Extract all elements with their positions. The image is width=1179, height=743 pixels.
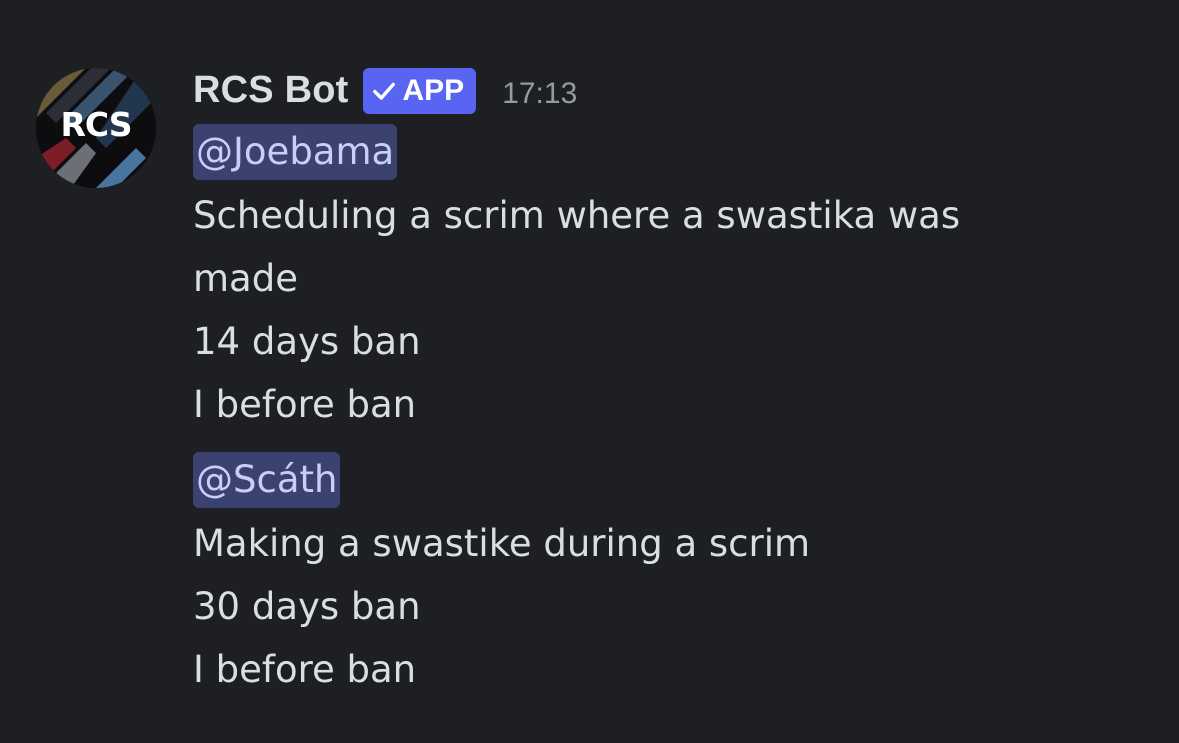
user-mention[interactable]: @Joebama bbox=[193, 124, 398, 180]
message-content: @Joebama Scheduling a scrim where a swas… bbox=[193, 124, 1153, 701]
author-name[interactable]: RCS Bot bbox=[193, 69, 349, 112]
message-line: I before ban bbox=[193, 383, 417, 426]
avatar[interactable]: RCS bbox=[36, 68, 156, 188]
avatar-logo-text: RCS bbox=[60, 104, 132, 144]
message-line: made bbox=[193, 257, 298, 300]
chat-message: RCS RCS Bot APP 17:13 @Joebama Schedulin… bbox=[0, 0, 1179, 743]
checkmark-icon bbox=[372, 82, 395, 100]
app-badge-label: APP bbox=[402, 74, 465, 107]
mention-line: @Joebama bbox=[193, 124, 1153, 184]
message-line: I before ban bbox=[193, 648, 417, 691]
app-badge: APP bbox=[362, 68, 477, 114]
user-mention[interactable]: @Scáth bbox=[193, 452, 341, 508]
message-line: Making a swastike during a scrim bbox=[193, 522, 811, 565]
message-line: Scheduling a scrim where a swastika was bbox=[193, 194, 961, 237]
mention-line: @Scáth bbox=[193, 452, 1153, 512]
message-header: RCS Bot APP 17:13 bbox=[193, 64, 577, 116]
message-line: 30 days ban bbox=[193, 585, 421, 628]
timestamp[interactable]: 17:13 bbox=[502, 77, 577, 111]
message-line: 14 days ban bbox=[193, 320, 421, 363]
